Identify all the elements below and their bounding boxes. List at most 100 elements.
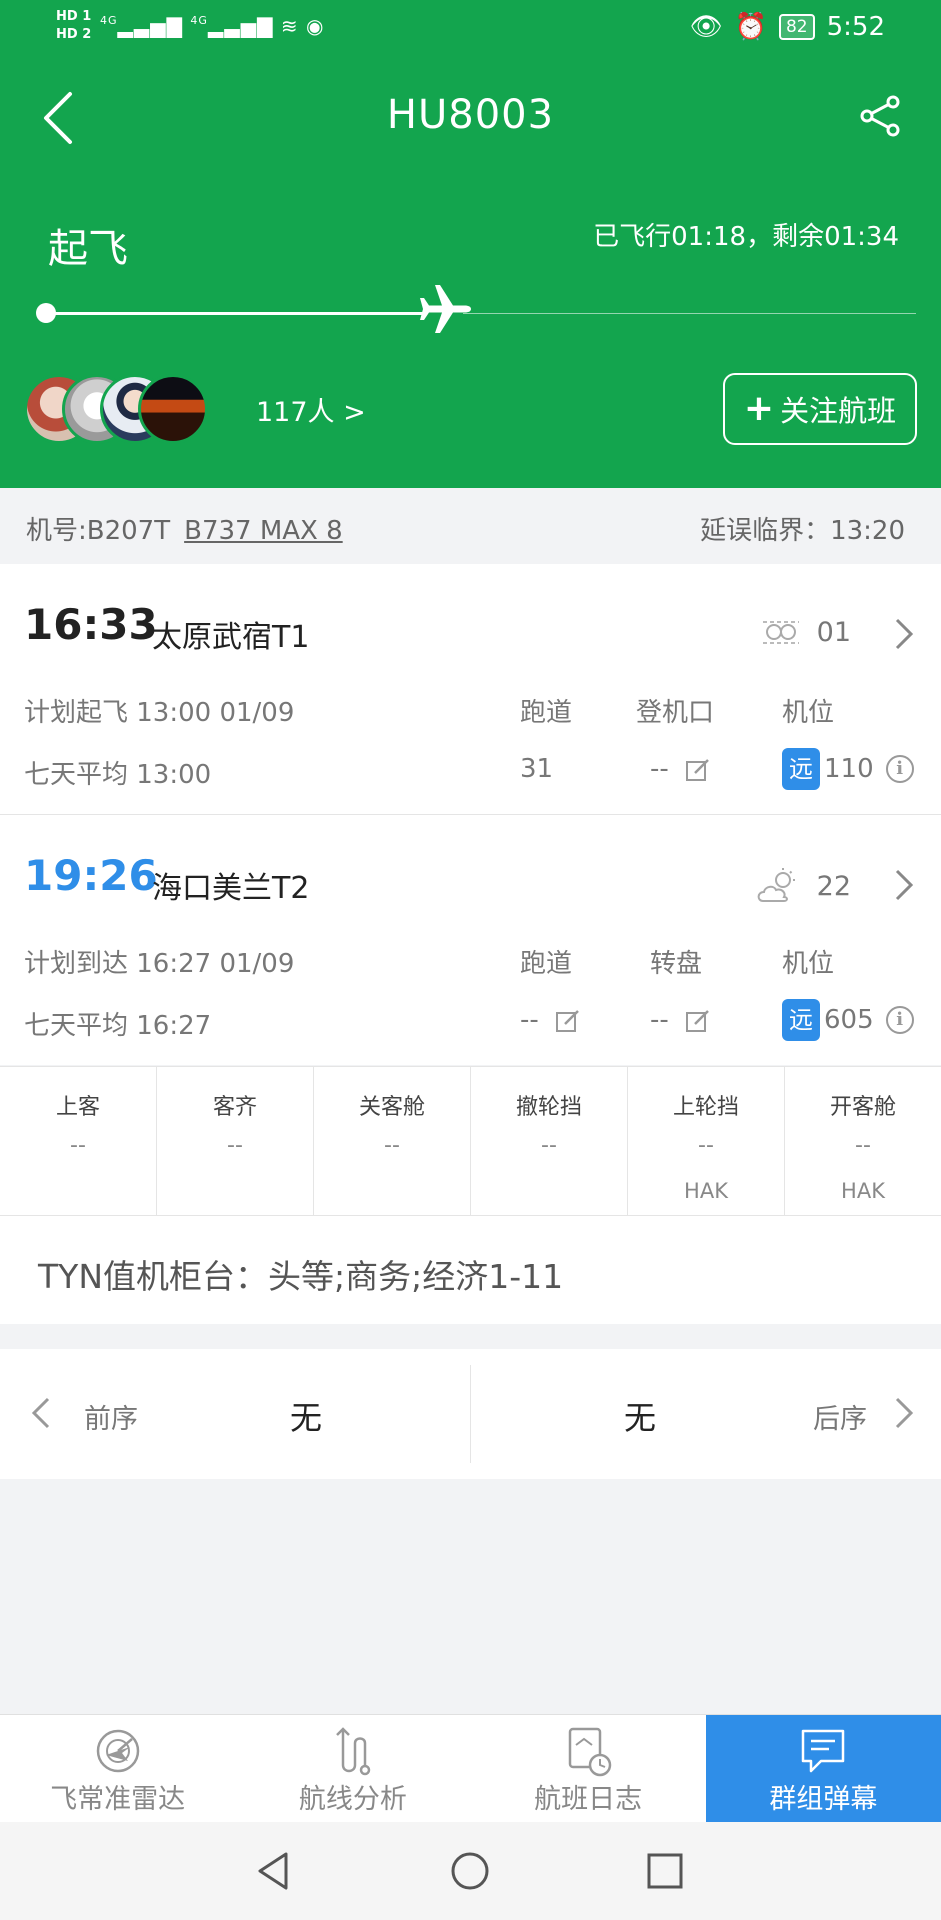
runway-value: --	[520, 1005, 539, 1035]
registration-label: 机号:B207T	[26, 516, 171, 546]
next-leg-label[interactable]: 后序	[813, 1397, 867, 1436]
chevron-right-icon[interactable]	[887, 614, 921, 654]
node-boarding-complete: 客齐 --	[157, 1067, 314, 1215]
nav-recents-icon[interactable]	[638, 1844, 692, 1898]
route-icon	[335, 1727, 371, 1776]
tab-route-analysis[interactable]: 航线分析	[235, 1715, 470, 1822]
node-boarding: 上客 --	[0, 1067, 157, 1215]
tab-radar[interactable]: 飞常准雷达	[0, 1715, 235, 1822]
chevron-right-icon[interactable]	[887, 865, 921, 905]
arrival-weather: 22	[755, 867, 851, 905]
tab-group-chat[interactable]: 群组弹幕	[705, 1715, 941, 1822]
status-bar: HD 1 HD 2 4G▂▃▅▇ 4G▂▃▅▇ ≋ ◉ 👁 ⏰ 82 5:52	[0, 0, 941, 60]
registration: 机号:B207T B737 MAX 8	[26, 510, 343, 547]
departure-temperature: 01	[816, 616, 851, 648]
nav-back-icon[interactable]	[246, 1844, 300, 1898]
runway-header: 跑道	[520, 698, 573, 728]
divider	[470, 1365, 471, 1463]
follow-flight-button[interactable]: + 关注航班	[723, 373, 917, 445]
arrival-runway[interactable]: --	[520, 1005, 581, 1035]
scheduled-departure: 计划起飞 13:00 01/09	[24, 698, 295, 728]
partly-cloudy-icon	[757, 868, 795, 902]
seven-day-average: 七天平均 13:00	[24, 760, 212, 790]
node-value: --	[541, 1133, 557, 1158]
edit-icon[interactable]	[685, 1008, 711, 1034]
tab-label: 飞常准雷达	[50, 1784, 186, 1815]
arrival-time: 19:26	[24, 851, 158, 900]
stand-value: 110	[824, 754, 874, 784]
node-door-closed: 关客舱 --	[314, 1067, 471, 1215]
departure-time: 16:33	[24, 600, 158, 649]
node-value: --	[698, 1133, 714, 1158]
node-value: --	[855, 1133, 871, 1158]
runway-header: 跑道	[520, 949, 573, 979]
remote-stand-badge: 远	[782, 999, 820, 1041]
remote-stand-badge: 远	[782, 748, 820, 790]
log-icon	[568, 1727, 612, 1777]
flight-header: HD 1 HD 2 4G▂▃▅▇ 4G▂▃▅▇ ≋ ◉ 👁 ⏰ 82 5:52 …	[0, 0, 941, 488]
flight-phase: 起飞	[48, 226, 128, 272]
node-airport: HAK	[684, 1179, 728, 1203]
eye-icon: 👁	[689, 12, 723, 42]
next-leg-value: 无	[624, 1399, 657, 1437]
node-label: 客齐	[212, 1095, 257, 1120]
info-icon[interactable]: i	[885, 755, 914, 783]
system-nav-bar	[0, 1822, 941, 1920]
edit-icon[interactable]	[555, 1008, 581, 1034]
scheduled-arrival: 计划到达 16:27 01/09	[24, 949, 295, 979]
bottom-tab-bar: 飞常准雷达 航线分析 航班日志 群组弹幕	[0, 1714, 941, 1822]
progress-done-line	[46, 312, 423, 315]
clock: 5:52	[826, 12, 885, 42]
signal-icon: ▂▃▅▇	[117, 14, 184, 38]
departure-card[interactable]: 16:33 太原武宿T1 01 计划起飞 13:00 01/09 跑道 登机口 …	[0, 564, 941, 814]
chevron-right-icon[interactable]	[889, 1393, 919, 1433]
aircraft-model-link[interactable]: B737 MAX 8	[184, 516, 343, 546]
node-label: 撤轮挡	[515, 1095, 582, 1120]
follower-avatars[interactable]	[24, 374, 244, 444]
share-icon[interactable]	[857, 92, 905, 140]
arrival-airport: 海口美兰T2	[152, 871, 310, 906]
flight-progress	[36, 285, 916, 333]
node-value: --	[384, 1133, 400, 1158]
elapsed-time: 已飞行01:18，剩余01:34	[593, 222, 899, 252]
tab-flight-log[interactable]: 航班日志	[471, 1715, 706, 1822]
weibo-icon: ◉	[305, 14, 325, 38]
arrival-stand: 远 605 i	[782, 999, 914, 1041]
delay-threshold: 延误临界：13:20	[700, 516, 905, 546]
tab-label: 航线分析	[298, 1784, 407, 1815]
arrival-card[interactable]: 19:26 海口美兰T2 22 计划到达 16:27 01/09 跑道 转盘 机…	[0, 815, 941, 1065]
carousel-value: --	[650, 1005, 669, 1035]
stand-value: 605	[824, 1005, 874, 1035]
radar-icon	[96, 1729, 139, 1773]
airplane-icon	[420, 285, 471, 333]
gate-header: 登机口	[636, 698, 715, 728]
edit-icon[interactable]	[685, 757, 711, 783]
signal-icons: 4G▂▃▅▇ 4G▂▃▅▇ ≋ ◉	[100, 14, 324, 38]
sim-1-label: HD 1	[56, 9, 92, 24]
chevron-left-icon[interactable]	[26, 1393, 56, 1433]
node-label: 上客	[55, 1095, 100, 1120]
node-chocks-off: 撤轮挡 --	[471, 1067, 628, 1215]
node-door-open: 开客舱 -- HAK	[785, 1067, 941, 1215]
departure-stand: 远 110 i	[782, 748, 914, 790]
previous-leg-label[interactable]: 前序	[84, 1397, 138, 1436]
network-1-label: 4G	[100, 14, 118, 27]
node-label: 开客舱	[829, 1095, 896, 1120]
progress-remaining-line	[463, 313, 916, 314]
node-value: --	[70, 1133, 86, 1158]
nav-home-icon[interactable]	[443, 1844, 497, 1898]
haze-icon	[762, 621, 799, 644]
node-airport: HAK	[841, 1179, 885, 1203]
tab-label: 群组弹幕	[769, 1784, 878, 1815]
flight-sequence: 前序 无 无 后序	[0, 1349, 941, 1479]
departure-gate[interactable]: --	[650, 754, 711, 784]
node-label: 上轮挡	[672, 1095, 739, 1120]
plus-icon: +	[743, 388, 775, 429]
followers-count[interactable]: 117人 >	[256, 390, 366, 429]
sim-labels: HD 1 HD 2	[56, 8, 91, 44]
info-icon[interactable]: i	[885, 1006, 914, 1034]
arrival-carousel[interactable]: --	[650, 1005, 711, 1035]
wifi-icon: ≋	[280, 14, 299, 38]
departure-airport: 太原武宿T1	[152, 620, 310, 655]
departure-runway: 31	[520, 754, 554, 784]
